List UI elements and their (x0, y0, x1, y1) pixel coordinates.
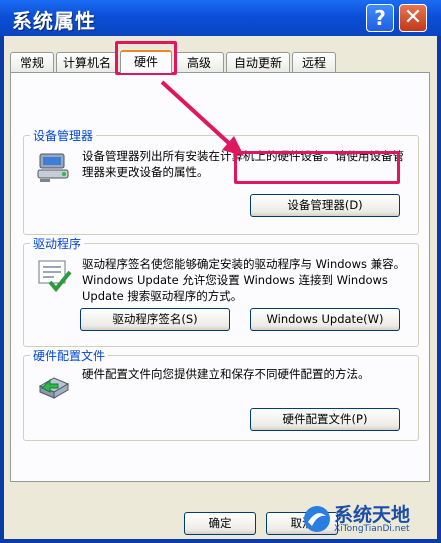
pointer-arrow-icon (160, 80, 244, 156)
system-properties-window: 系统属性 ? ✕ 常规 计算机名 硬件 高级 自动更新 远程 设备管理器 设备管… (0, 0, 441, 543)
watermark-url: XiTongTianDi.net (334, 524, 410, 534)
tab-hardware[interactable]: 硬件 (120, 50, 172, 73)
watermark-logo-icon (304, 506, 330, 532)
watermark-text: 系统天地 (334, 504, 411, 526)
site-watermark: 系统天地 XiTongTianDi.net (300, 496, 441, 543)
